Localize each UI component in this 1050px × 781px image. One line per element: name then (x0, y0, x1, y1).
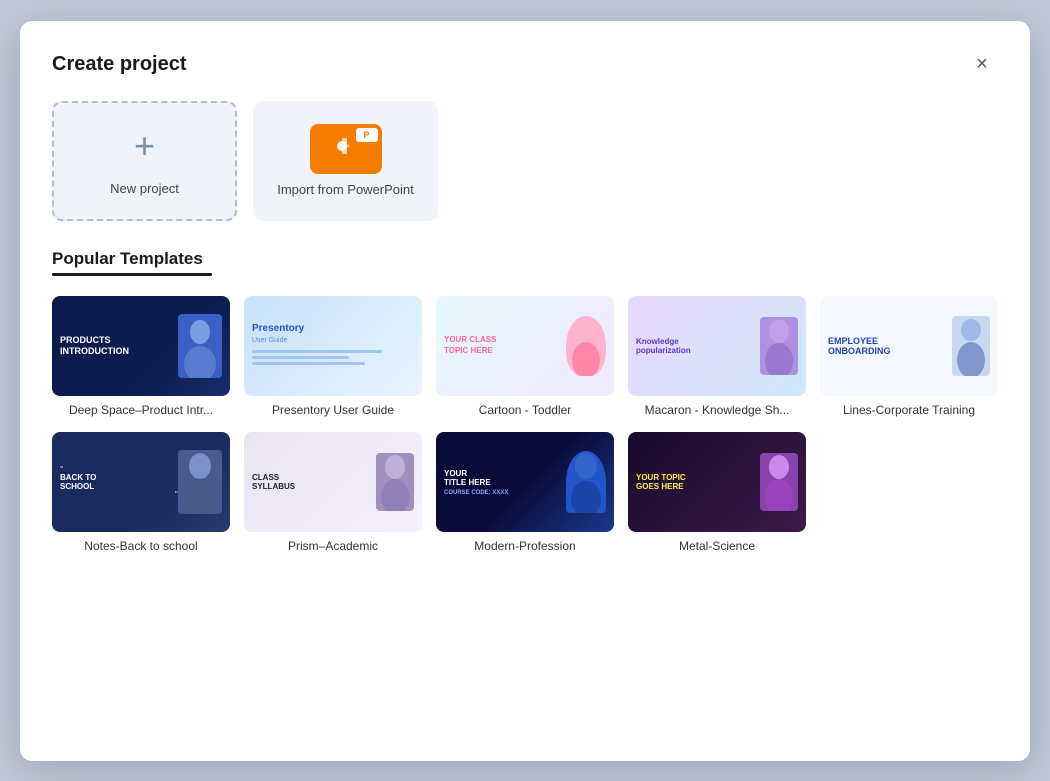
template-label-notes: Notes-Back to school (52, 539, 230, 555)
avatar-prism (376, 453, 414, 511)
template-thumb-presentory: Presentory User Guide (244, 296, 422, 396)
import-powerpoint-card[interactable]: P Import from PowerPoint (253, 101, 438, 221)
create-project-dialog: Create project × + New project P (20, 21, 1030, 761)
template-thumb-deep-space: PRODUCTSINTRODUCTION (52, 296, 230, 396)
template-label-deep-space: Deep Space–Product Intr... (52, 403, 230, 419)
template-prism[interactable]: CLASSSYLLABUS Prism–Academic (244, 432, 422, 555)
close-button[interactable]: × (966, 49, 998, 81)
dialog-title: Create project (52, 53, 187, 76)
template-thumb-lines: EMPLOYEEONBOARDING (820, 296, 998, 396)
popular-templates-section: Popular Templates PRODUCTSINTRODUCTION (52, 249, 998, 555)
template-thumb-cartoon: YOUR CLASSTOPIC HERE (436, 296, 614, 396)
new-project-label: New project (110, 181, 179, 196)
template-thumb-metal: YOUR TOPICGOES HERE (628, 432, 806, 532)
template-thumb-prism: CLASSSYLLABUS (244, 432, 422, 532)
templates-row2: " BACK TOSCHOOL " Notes-Back to school (52, 432, 998, 555)
template-thumb-macaron: Knowledgepopularization (628, 296, 806, 396)
template-notes[interactable]: " BACK TOSCHOOL " Notes-Back to school (52, 432, 230, 555)
template-label-lines: Lines-Corporate Training (820, 403, 998, 419)
avatar-modern (566, 451, 606, 513)
template-modern[interactable]: YOURTITLE HERECOURSE CODE: XXXX Modern-P… (436, 432, 614, 555)
template-label-presentory: Presentory User Guide (244, 403, 422, 419)
avatar-macaron (760, 317, 798, 375)
avatar-notes (178, 450, 222, 514)
template-label-prism: Prism–Academic (244, 539, 422, 555)
plus-icon: + (134, 125, 155, 167)
template-label-macaron: Macaron - Knowledge Sh... (628, 403, 806, 419)
avatar-metal (760, 453, 798, 511)
dialog-header: Create project × (52, 49, 998, 81)
new-project-card[interactable]: + New project (52, 101, 237, 221)
template-metal[interactable]: YOUR TOPICGOES HERE Metal-Science (628, 432, 806, 555)
template-presentory[interactable]: Presentory User Guide Presentory User Gu… (244, 296, 422, 419)
section-title: Popular Templates (52, 249, 998, 269)
avatar-lines (952, 316, 990, 376)
ppt-badge: P (356, 128, 378, 142)
import-card-inner: P Import from PowerPoint (253, 101, 438, 221)
template-macaron[interactable]: Knowledgepopularization Macaron - Knowle… (628, 296, 806, 419)
top-actions: + New project P Import from PowerPoint (52, 101, 998, 221)
template-cartoon[interactable]: YOUR CLASSTOPIC HERE Cartoon - Toddler (436, 296, 614, 419)
template-deep-space[interactable]: PRODUCTSINTRODUCTION Deep Space–Product … (52, 296, 230, 419)
template-thumb-notes: " BACK TOSCHOOL " (52, 432, 230, 532)
template-thumb-modern: YOURTITLE HERECOURSE CODE: XXXX (436, 432, 614, 532)
import-icon-box: P (310, 124, 382, 174)
template-label-metal: Metal-Science (628, 539, 806, 555)
section-underline (52, 273, 212, 276)
avatar-cartoon (566, 316, 606, 376)
avatar-deep-space (178, 314, 222, 378)
template-label-cartoon: Cartoon - Toddler (436, 403, 614, 419)
template-label-modern: Modern-Profession (436, 539, 614, 555)
import-label: Import from PowerPoint (277, 182, 414, 197)
templates-row1: PRODUCTSINTRODUCTION Deep Space–Product … (52, 296, 998, 419)
template-lines[interactable]: EMPLOYEEONBOARDING Lines-Corporate Train… (820, 296, 998, 419)
